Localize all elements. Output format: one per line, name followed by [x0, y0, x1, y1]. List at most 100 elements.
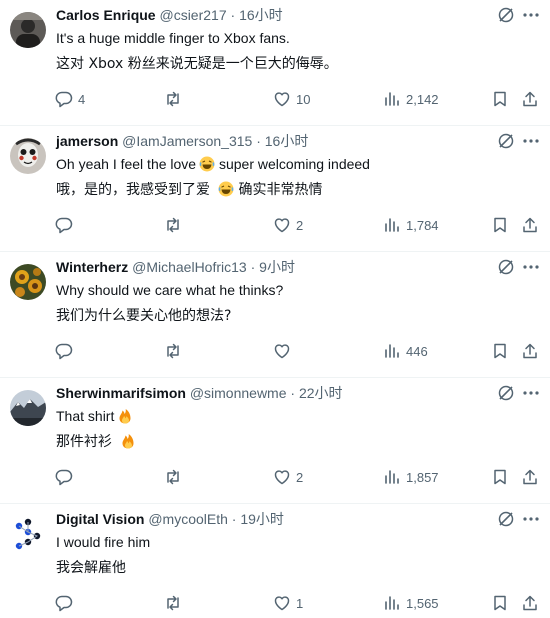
post-time[interactable]: 16小时 [239, 7, 283, 23]
reply-button[interactable] [55, 215, 78, 235]
share-button[interactable] [521, 341, 539, 361]
post-text-row: Oh yeah I feel the love super welcoming … [56, 155, 370, 173]
translated-text-row: 哦，是的，我感受到了爱 确实非常热情 [56, 181, 322, 199]
reply-button[interactable]: 4 [55, 89, 85, 109]
post-text: It's a huge middle finger to Xbox fans. [56, 30, 290, 46]
post-time[interactable]: 22小时 [299, 385, 343, 401]
like-button[interactable]: 2 [273, 215, 303, 235]
post-header: Digital Vision @mycoolEth · 19小时 [56, 510, 284, 528]
views-button[interactable]: 446 [383, 341, 428, 361]
reply-button[interactable] [55, 341, 78, 361]
reply-post[interactable]: Sherwinmarifsimon @simonnewme · 22小时 Tha… [0, 378, 550, 504]
like-icon [274, 92, 290, 107]
reply-post[interactable]: jamerson @IamJamerson_315 · 16小时 Oh yeah… [0, 126, 550, 252]
bookmark-button[interactable] [491, 593, 509, 613]
reply-button[interactable] [55, 593, 78, 613]
reply-post[interactable]: Digital Vision @mycoolEth · 19小时 I would… [0, 504, 550, 618]
view-count: 1,784 [406, 217, 439, 233]
grok-icon[interactable] [497, 384, 515, 402]
post-header: Winterherz @MichaelHofric13 · 9小时 [56, 258, 295, 276]
more-icon[interactable] [520, 384, 542, 402]
avatar[interactable] [10, 390, 46, 426]
views-icon [385, 344, 399, 358]
views-button[interactable]: 2,142 [383, 89, 439, 109]
views-button[interactable]: 1,857 [383, 467, 439, 487]
reply-count: 4 [78, 91, 86, 107]
laughing-emoji-icon [218, 181, 234, 197]
display-name[interactable]: Digital Vision [56, 511, 144, 527]
user-handle[interactable]: @MichaelHofric13 [132, 259, 247, 275]
share-button[interactable] [521, 593, 539, 613]
like-button[interactable]: 2 [273, 467, 303, 487]
repost-button[interactable] [164, 593, 187, 613]
separator-dot: · [256, 133, 261, 149]
grok-icon[interactable] [497, 6, 515, 24]
user-handle[interactable]: @csier217 [159, 7, 226, 23]
repost-button[interactable] [164, 467, 187, 487]
display-name[interactable]: jamerson [56, 133, 118, 149]
reply-button[interactable] [55, 467, 78, 487]
reply-icon [55, 217, 73, 234]
repost-button[interactable] [164, 341, 187, 361]
share-button[interactable] [521, 215, 539, 235]
post-time[interactable]: 16小时 [265, 133, 309, 149]
like-icon [274, 596, 290, 611]
reply-feed: Carlos Enrique @csier217 · 16小时 It's a h… [0, 0, 550, 618]
more-icon[interactable] [520, 258, 542, 276]
grok-icon[interactable] [497, 132, 515, 150]
like-icon [274, 218, 290, 233]
post-time[interactable]: 9小时 [259, 259, 295, 275]
share-icon [523, 343, 537, 359]
avatar[interactable] [10, 12, 46, 48]
more-icon[interactable] [520, 510, 542, 528]
user-handle[interactable]: @mycoolEth [148, 511, 228, 527]
repost-icon [167, 343, 179, 359]
post-text-row: That shirt [56, 407, 133, 425]
user-handle[interactable]: @simonnewme [190, 385, 287, 401]
user-handle[interactable]: @IamJamerson_315 [122, 133, 252, 149]
grok-icon[interactable] [497, 510, 515, 528]
like-button[interactable]: 10 [273, 89, 310, 109]
bookmark-icon [494, 91, 506, 107]
share-button[interactable] [521, 89, 539, 109]
share-button[interactable] [521, 467, 539, 487]
more-icon[interactable] [520, 6, 542, 24]
view-count: 1,857 [406, 469, 439, 485]
repost-icon [167, 595, 179, 611]
bookmark-button[interactable] [491, 341, 509, 361]
like-count: 2 [296, 469, 304, 485]
like-button[interactable] [273, 341, 296, 361]
view-count: 2,142 [406, 91, 439, 107]
like-icon [274, 470, 290, 485]
translated-text: 我们为什么要关心他的想法? [56, 308, 232, 324]
reply-post[interactable]: Winterherz @MichaelHofric13 · 9小时 Why sh… [0, 252, 550, 378]
avatar[interactable] [10, 516, 46, 552]
bookmark-button[interactable] [491, 215, 509, 235]
more-icon[interactable] [520, 132, 542, 150]
fire-emoji-icon [117, 408, 133, 424]
action-bar: 446 [0, 341, 550, 361]
avatar[interactable] [10, 138, 46, 174]
post-time[interactable]: 19小时 [240, 511, 284, 527]
reply-icon [55, 595, 73, 612]
bookmark-button[interactable] [491, 467, 509, 487]
bookmark-button[interactable] [491, 89, 509, 109]
display-name[interactable]: Carlos Enrique [56, 7, 156, 23]
like-count: 2 [296, 217, 304, 233]
action-bar: 4 10 2,142 [0, 89, 550, 109]
share-icon [523, 217, 537, 233]
share-icon [523, 595, 537, 611]
reply-post[interactable]: Carlos Enrique @csier217 · 16小时 It's a h… [0, 0, 550, 126]
avatar[interactable] [10, 264, 46, 300]
repost-button[interactable] [164, 89, 187, 109]
repost-button[interactable] [164, 215, 187, 235]
views-button[interactable]: 1,565 [383, 593, 439, 613]
action-bar: 2 1,784 [0, 215, 550, 235]
post-header: Carlos Enrique @csier217 · 16小时 [56, 6, 283, 24]
views-button[interactable]: 1,784 [383, 215, 439, 235]
like-button[interactable]: 1 [273, 593, 303, 613]
display-name[interactable]: Winterherz [56, 259, 128, 275]
grok-icon[interactable] [497, 258, 515, 276]
views-icon [385, 218, 399, 232]
display-name[interactable]: Sherwinmarifsimon [56, 385, 186, 401]
